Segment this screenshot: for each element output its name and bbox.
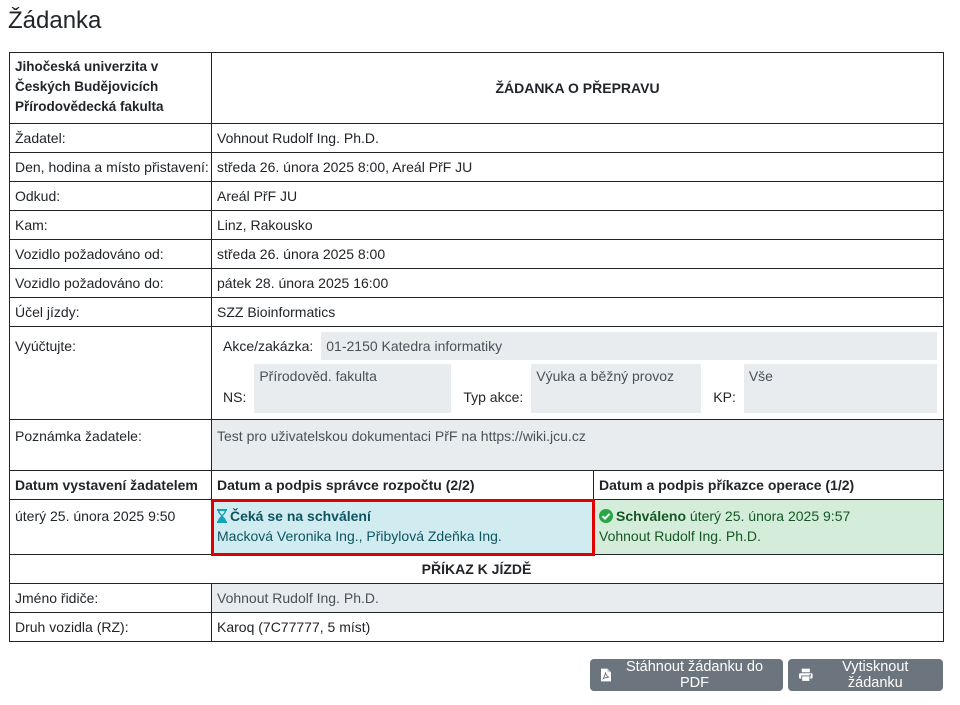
org-line-2: Českých Budějovicích [15,79,159,94]
from-value: Areál PřF JU [211,181,944,211]
download-pdf-button[interactable]: Stáhnout žádanku do PDF [590,659,783,691]
print-label: Vytisknout žádanku [842,659,909,691]
purpose-value: SZZ Bioinformatics [211,297,944,327]
operation-status: Schváleno úterý 25. února 2025 9:57 [599,506,938,526]
approval-header-row: Datum vystavení žadatelem Datum a podpis… [9,470,944,500]
budget-status: Čeká se na schválení [217,506,588,526]
issued-date: úterý 25. února 2025 9:50 [9,499,212,555]
vehicle-from-label: Vozidlo požadováno od: [9,239,212,269]
purpose-label: Účel jízdy: [9,297,212,327]
vehicle-to-label: Vozidlo požadováno do: [9,268,212,298]
budget-approval-header: Datum a podpis správce rozpočtu (2/2) [211,470,594,500]
requester-value: Vohnout Rudolf Ing. Ph.D. [211,123,944,153]
billing-detail-row: NS: Přírodověd. fakulta Typ akce: Výuka … [218,364,937,413]
billing-label: Vyúčtujte: [9,326,212,420]
table-row: Druh vozidla (RZ): Karoq (7C77777, 5 mís… [9,612,944,642]
table-row: Vozidlo požadováno od: středa 26. února … [9,239,944,269]
akce-label: Akce/zakázka: [223,338,314,354]
vehicle-value: Karoq (7C77777, 5 míst) [211,612,944,642]
billing-label-text: Vyúčtujte: [15,338,76,354]
billing-row: Vyúčtujte: Akce/zakázka: 01-2150 Katedra… [9,326,944,420]
vehicle-from-value: středa 26. února 2025 8:00 [211,239,944,269]
budget-status-text: Čeká se na schválení [230,508,371,524]
page-title: Žádanka [8,7,102,34]
note-label: Poznámka žadatele: [9,419,212,471]
check-circle-icon [599,509,613,523]
requester-label: Žadatel: [9,123,212,153]
order-title-row: PŘÍKAZ K JÍZDĚ [9,554,944,584]
approval-row: úterý 25. února 2025 9:50 Čeká se na sch… [9,498,944,556]
typ-akce-label: Typ akce: [463,388,524,405]
table-row: Jméno řidiče: Vohnout Rudolf Ing. Ph.D. [9,583,944,613]
table-row: Žadatel: Vohnout Rudolf Ing. Ph.D. [9,123,944,153]
note-row: Poznámka žadatele: Test pro uživatelskou… [9,419,944,471]
driver-label: Jméno řidiče: [9,583,212,613]
note-value: Test pro uživatelskou dokumentaci PřF na… [211,419,944,471]
ns-field: Přírodověd. fakulta [254,364,452,413]
table-row: Účel jízdy: SZZ Bioinformatics [9,297,944,327]
form-title: ŽÁDANKA O PŘEPRAVU [211,52,944,124]
from-label: Odkud: [9,181,212,211]
print-button[interactable]: Vytisknout žádanku [788,659,943,691]
kp-label: KP: [713,388,736,405]
table-row: Odkud: Areál PřF JU [9,181,944,211]
vehicle-label: Druh vozidla (RZ): [9,612,212,642]
issued-header: Datum vystavení žadatelem [9,470,212,500]
org-line-3: Přírodovědecká fakulta [15,99,164,114]
table-row: Vozidlo požadováno do: pátek 28. února 2… [9,268,944,298]
download-pdf-label: Stáhnout žádanku do PDF [625,659,764,691]
destination-label: Kam: [9,210,212,240]
operation-approver: Vohnout Rudolf Ing. Ph.D. [599,528,761,544]
table-row: Kam: Linz, Rakousko [9,210,944,240]
operation-approval-header: Datum a podpis příkazce operace (1/2) [593,470,944,500]
budget-approvers: Macková Veronika Ing., Přibylová Zdeňka … [217,528,502,544]
billing-fields: Akce/zakázka: 01-2150 Katedra informatik… [211,326,944,420]
kp-field: Vše [743,364,937,413]
budget-approval-cell: Čeká se na schválení Macková Veronika In… [210,498,595,556]
organization-name: Jihočeská univerzita v Českých Budějovic… [9,52,212,124]
operation-approval-cell: Schváleno úterý 25. února 2025 9:57 Vohn… [593,499,944,555]
ns-label: NS: [223,388,247,405]
typ-akce-field: Výuka a běžný provoz [531,364,702,413]
driver-value: Vohnout Rudolf Ing. Ph.D. [211,583,944,613]
pickup-value: středa 26. února 2025 8:00, Areál PřF JU [211,152,944,182]
billing-akce-row: Akce/zakázka: 01-2150 Katedra informatik… [218,332,937,360]
operation-status-text: Schváleno [616,508,687,524]
pickup-label: Den, hodina a místo přistavení: [9,152,212,182]
order-title: PŘÍKAZ K JÍZDĚ [9,554,944,584]
vehicle-to-value: pátek 28. února 2025 16:00 [211,268,944,298]
transport-request-table: Jihočeská univerzita v Českých Budějovic… [9,52,944,642]
hourglass-icon [217,509,227,523]
org-line-1: Jihočeská univerzita v [15,59,159,74]
table-row: Den, hodina a místo přistavení: středa 2… [9,152,944,182]
akce-field: 01-2150 Katedra informatiky [321,332,937,360]
destination-value: Linz, Rakousko [211,210,944,240]
file-pdf-icon [601,668,612,682]
printer-icon [799,668,813,682]
operation-date: úterý 25. února 2025 9:57 [689,508,851,524]
